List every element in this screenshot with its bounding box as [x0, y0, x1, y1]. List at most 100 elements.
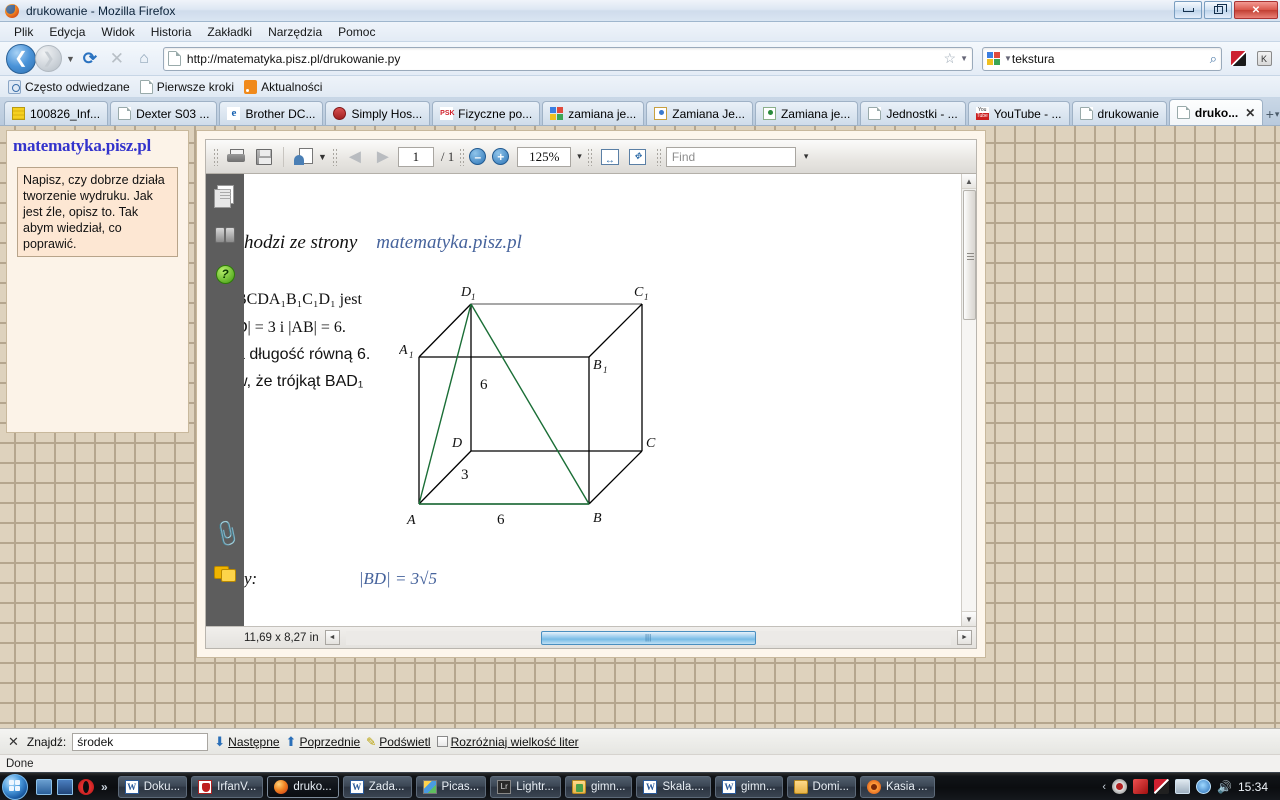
search-engine-dropdown-icon[interactable]: ▼	[1004, 54, 1012, 63]
tab-zamiana-je-1[interactable]: zamiana je...	[542, 101, 644, 125]
fit-page-button[interactable]: ✥	[625, 144, 651, 170]
tab-dexter[interactable]: Dexter S03 ...	[110, 101, 217, 125]
menu-zakladki[interactable]: Zakładki	[199, 23, 260, 41]
opera-icon[interactable]	[78, 779, 94, 795]
tray-expand-button[interactable]: ‹	[1102, 781, 1106, 793]
zoom-out-button[interactable]: –	[469, 148, 486, 165]
minimize-button[interactable]	[1174, 1, 1202, 19]
home-icon[interactable]: ⌂	[132, 47, 156, 71]
task-picasa[interactable]: Picas...	[416, 776, 487, 798]
kaspersky-extension-icon[interactable]	[1228, 49, 1248, 69]
tab-drukowanie[interactable]: drukowanie	[1072, 101, 1167, 125]
find-input[interactable]: środek	[72, 733, 208, 751]
toolbar-grip[interactable]	[459, 148, 464, 166]
pdf-find-input[interactable]: Find	[666, 147, 796, 167]
zoom-dropdown-icon[interactable]: ▾	[577, 151, 582, 162]
reload-icon[interactable]: ⟳	[78, 47, 102, 71]
task-gimn-2[interactable]: W gimn...	[715, 776, 783, 798]
task-drukowanie-active[interactable]: druko...	[267, 776, 338, 798]
back-button[interactable]: ❮	[6, 44, 36, 74]
bookmark-aktualnosci[interactable]: Aktualności	[244, 80, 322, 94]
tab-zamiana-je-2[interactable]: Zamiana Je...	[646, 101, 753, 125]
tab-100826-inf[interactable]: 100826_Inf...	[4, 101, 108, 125]
highlight-all-button[interactable]: ✎ Podświetl	[366, 735, 430, 749]
network-tray-icon[interactable]	[1196, 779, 1211, 794]
zoom-level-input[interactable]: 125%	[517, 147, 571, 167]
find-next-button[interactable]: ⬇ Następne	[214, 734, 279, 750]
volume-tray-icon[interactable]: 🔊	[1217, 780, 1232, 794]
hscroll-track[interactable]	[346, 631, 951, 645]
new-tab-button[interactable]: +	[1265, 103, 1274, 125]
toolbar-grip[interactable]	[587, 148, 592, 166]
menu-historia[interactable]: Historia	[143, 23, 200, 41]
chevron-down-icon[interactable]: ▾	[1274, 103, 1280, 125]
prev-page-button[interactable]: ◄	[342, 144, 368, 170]
search-bar[interactable]: ▼ tekstura ⌕	[982, 47, 1222, 71]
menu-edycja[interactable]: Edycja	[41, 23, 93, 41]
fit-width-button[interactable]	[597, 144, 623, 170]
zoom-in-button[interactable]: +	[492, 148, 509, 165]
history-dropdown-icon[interactable]: ▼	[66, 54, 75, 64]
tab-youtube[interactable]: YouTube - ...	[968, 101, 1070, 125]
hscroll-left-button[interactable]: ◄	[325, 630, 340, 645]
scroll-up-button[interactable]: ▲	[962, 174, 977, 189]
bookmark-czesto-odwiedzane[interactable]: Często odwiedzane	[8, 80, 130, 94]
spider-tray-icon[interactable]	[1112, 779, 1127, 794]
search-panel-button[interactable]	[213, 222, 237, 246]
page-number-input[interactable]: 1	[398, 147, 434, 167]
match-case-checkbox[interactable]: Rozróżniaj wielkość liter	[437, 735, 579, 749]
tab-jednostki[interactable]: Jednostki - ...	[860, 101, 965, 125]
hscroll-thumb[interactable]	[541, 631, 756, 645]
tab-druko-active[interactable]: druko... ✕	[1169, 99, 1263, 125]
menu-narzedzia[interactable]: Narzędzia	[260, 23, 330, 41]
chevron-down-icon[interactable]: ▼	[318, 152, 327, 162]
comments-panel-button[interactable]	[213, 562, 237, 586]
show-desktop-icon[interactable]	[57, 779, 73, 795]
task-irfanview[interactable]: IrfanV...	[191, 776, 263, 798]
tab-simply-hos[interactable]: Simply Hos...	[325, 101, 430, 125]
task-skala[interactable]: W Skala....	[636, 776, 711, 798]
google-search-icon[interactable]	[987, 52, 1001, 66]
help-panel-button[interactable]: ?	[213, 262, 237, 286]
restore-button[interactable]	[1204, 1, 1232, 19]
task-gimn-1[interactable]: gimn...	[565, 776, 633, 798]
k-extension-icon[interactable]: K	[1254, 49, 1274, 69]
tab-brother-dc[interactable]: e Brother DC...	[219, 101, 323, 125]
red-tray-icon[interactable]	[1133, 779, 1148, 794]
pdf-vertical-scrollbar[interactable]: ▲ ▼	[961, 174, 976, 626]
clock[interactable]: 15:34	[1238, 780, 1274, 794]
close-icon[interactable]: ✕	[6, 734, 21, 750]
quick-launch-more-button[interactable]: »	[99, 780, 110, 794]
menu-plik[interactable]: Plik	[6, 23, 41, 41]
url-dropdown-icon[interactable]: ▼	[960, 54, 968, 63]
close-icon[interactable]: ✕	[1245, 106, 1255, 120]
bookmark-star-icon[interactable]: ☆	[944, 50, 957, 67]
task-zada[interactable]: W Zada...	[343, 776, 412, 798]
task-doku[interactable]: W Doku...	[118, 776, 187, 798]
copy-tool-button[interactable]	[290, 144, 316, 170]
start-button[interactable]	[2, 774, 28, 800]
scroll-thumb[interactable]	[963, 190, 976, 320]
toolbar-grip[interactable]	[332, 148, 337, 166]
task-lightroom[interactable]: Lr Lightr...	[490, 776, 561, 798]
print-button[interactable]	[223, 144, 249, 170]
task-domi[interactable]: Domi...	[787, 776, 856, 798]
save-button[interactable]	[251, 144, 277, 170]
find-dropdown-icon[interactable]: ▾	[804, 151, 809, 162]
kaspersky-tray-icon[interactable]	[1154, 779, 1169, 794]
bookmark-pierwsze-kroki[interactable]: Pierwsze kroki	[140, 80, 234, 94]
scroll-track[interactable]	[962, 320, 977, 611]
switch-windows-icon[interactable]	[36, 779, 52, 795]
tab-fizyczne-po[interactable]: PSK Fizyczne po...	[432, 101, 540, 125]
next-page-button[interactable]: ►	[370, 144, 396, 170]
search-input[interactable]: tekstura	[1012, 52, 1210, 66]
find-prev-button[interactable]: ⬆ Poprzednie	[286, 734, 361, 750]
menu-pomoc[interactable]: Pomoc	[330, 23, 383, 41]
menu-widok[interactable]: Widok	[93, 23, 142, 41]
pages-panel-button[interactable]	[213, 182, 237, 206]
battery-tray-icon[interactable]	[1175, 779, 1190, 794]
url-bar[interactable]: http://matematyka.pisz.pl/drukowanie.py …	[163, 47, 973, 71]
toolbar-grip[interactable]	[213, 148, 218, 166]
task-kasia[interactable]: Kasia ...	[860, 776, 935, 798]
search-magnifier-icon[interactable]: ⌕	[1210, 51, 1217, 67]
